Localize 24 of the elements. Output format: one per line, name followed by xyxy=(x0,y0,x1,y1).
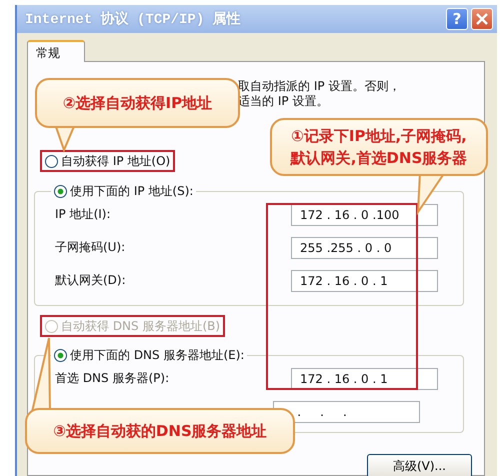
ip-address-field[interactable]: . . . xyxy=(273,400,420,422)
callout-text: 默认网关,首选DNS服务器 xyxy=(290,148,468,169)
description-text: 取自动指派的 IP 设置。否则， xyxy=(238,79,402,94)
radio-label[interactable]: 使用下面的 IP 地址(S): xyxy=(70,182,194,200)
ip-address-field[interactable]: 172 . 16 . 0 . 1 xyxy=(291,368,438,390)
callout-text: ①记录下IP地址,子网掩码, xyxy=(291,126,467,147)
radio-button[interactable] xyxy=(45,154,58,168)
radio-label[interactable]: 自动获得 IP 地址(O) xyxy=(61,152,170,170)
field-label: 默认网关(D): xyxy=(55,272,127,289)
callout-text: ③选择自动获的DNS服务器地址 xyxy=(53,421,267,442)
radio-button[interactable] xyxy=(54,184,67,198)
advanced-button[interactable]: 高级(V)... xyxy=(367,454,472,476)
radio-button[interactable] xyxy=(54,348,67,362)
tab[interactable]: 常规 xyxy=(27,40,85,62)
ip-address-field[interactable]: 255 .255 . 0 . 0 xyxy=(291,236,438,258)
radio-label[interactable]: 使用下面的 DNS 服务器地址(E): xyxy=(70,346,244,364)
field-label: 首选 DNS 服务器(P): xyxy=(55,370,170,387)
callout-text: ②选择自动获得IP地址 xyxy=(62,93,212,114)
window-title: Internet 协议 (TCP/IP) 属性 xyxy=(25,10,242,28)
ip-address-field[interactable]: 172 . 16 . 0 . 1 xyxy=(291,270,438,292)
close-icon xyxy=(476,13,488,25)
close-button[interactable] xyxy=(471,8,493,30)
field-label: IP 地址(I): xyxy=(55,206,112,223)
field-label: 子网掩码(U): xyxy=(55,239,126,256)
